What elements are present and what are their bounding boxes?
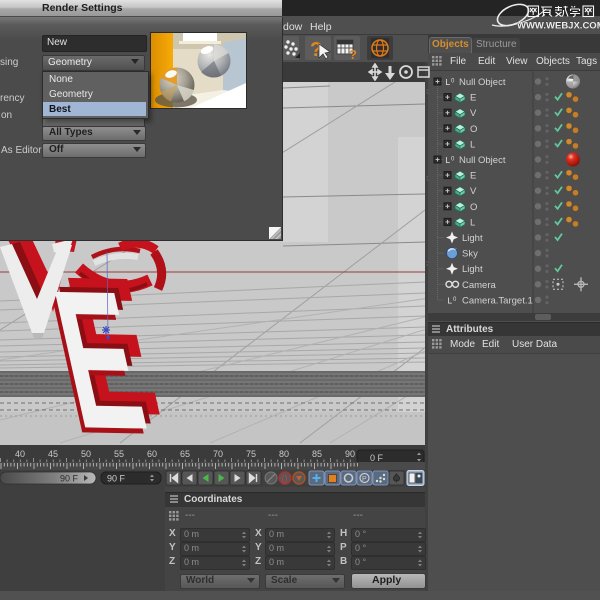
svg-text:70: 70 — [213, 449, 223, 459]
svg-text:(): () — [282, 474, 288, 484]
svg-text:Camera: Camera — [462, 280, 497, 291]
svg-text:L: L — [470, 139, 475, 150]
svg-text:L: L — [445, 156, 450, 166]
svg-text:V: V — [470, 186, 477, 197]
svg-text:L: L — [470, 217, 475, 228]
svg-text:E: E — [470, 171, 476, 182]
svg-text:L: L — [447, 296, 452, 306]
svg-text:60: 60 — [147, 449, 157, 459]
svg-text:50: 50 — [81, 449, 91, 459]
svg-text:P: P — [362, 476, 367, 483]
svg-text:0 F: 0 F — [370, 453, 384, 462]
svg-text:V: V — [470, 108, 477, 119]
svg-text:65: 65 — [180, 449, 190, 459]
svg-text:45: 45 — [48, 449, 58, 459]
svg-text:90 F: 90 F — [107, 474, 126, 484]
svg-text:Light: Light — [462, 233, 483, 244]
svg-text:Sky: Sky — [462, 249, 478, 260]
svg-text:Camera.Target.1: Camera.Target.1 — [462, 295, 533, 306]
svg-text:0: 0 — [453, 297, 457, 303]
svg-text:90 F: 90 F — [60, 474, 79, 484]
svg-text:L: L — [445, 78, 450, 88]
svg-text:40: 40 — [15, 449, 25, 459]
svg-text:80: 80 — [279, 449, 289, 459]
svg-text:0: 0 — [451, 157, 455, 163]
svg-text:Null Object: Null Object — [459, 77, 506, 88]
svg-text:85: 85 — [312, 449, 322, 459]
svg-text:90: 90 — [345, 449, 355, 459]
svg-text:75: 75 — [246, 449, 256, 459]
svg-text:O: O — [470, 124, 477, 135]
svg-text:0: 0 — [451, 79, 455, 85]
svg-text:55: 55 — [114, 449, 124, 459]
svg-text:?: ? — [349, 47, 357, 62]
svg-text:E: E — [470, 93, 476, 104]
svg-text:WWW.WEBJX.COM: WWW.WEBJX.COM — [517, 21, 600, 32]
svg-text:Light: Light — [462, 264, 483, 275]
svg-text:O: O — [470, 202, 477, 213]
svg-text:Null Object: Null Object — [459, 155, 506, 166]
